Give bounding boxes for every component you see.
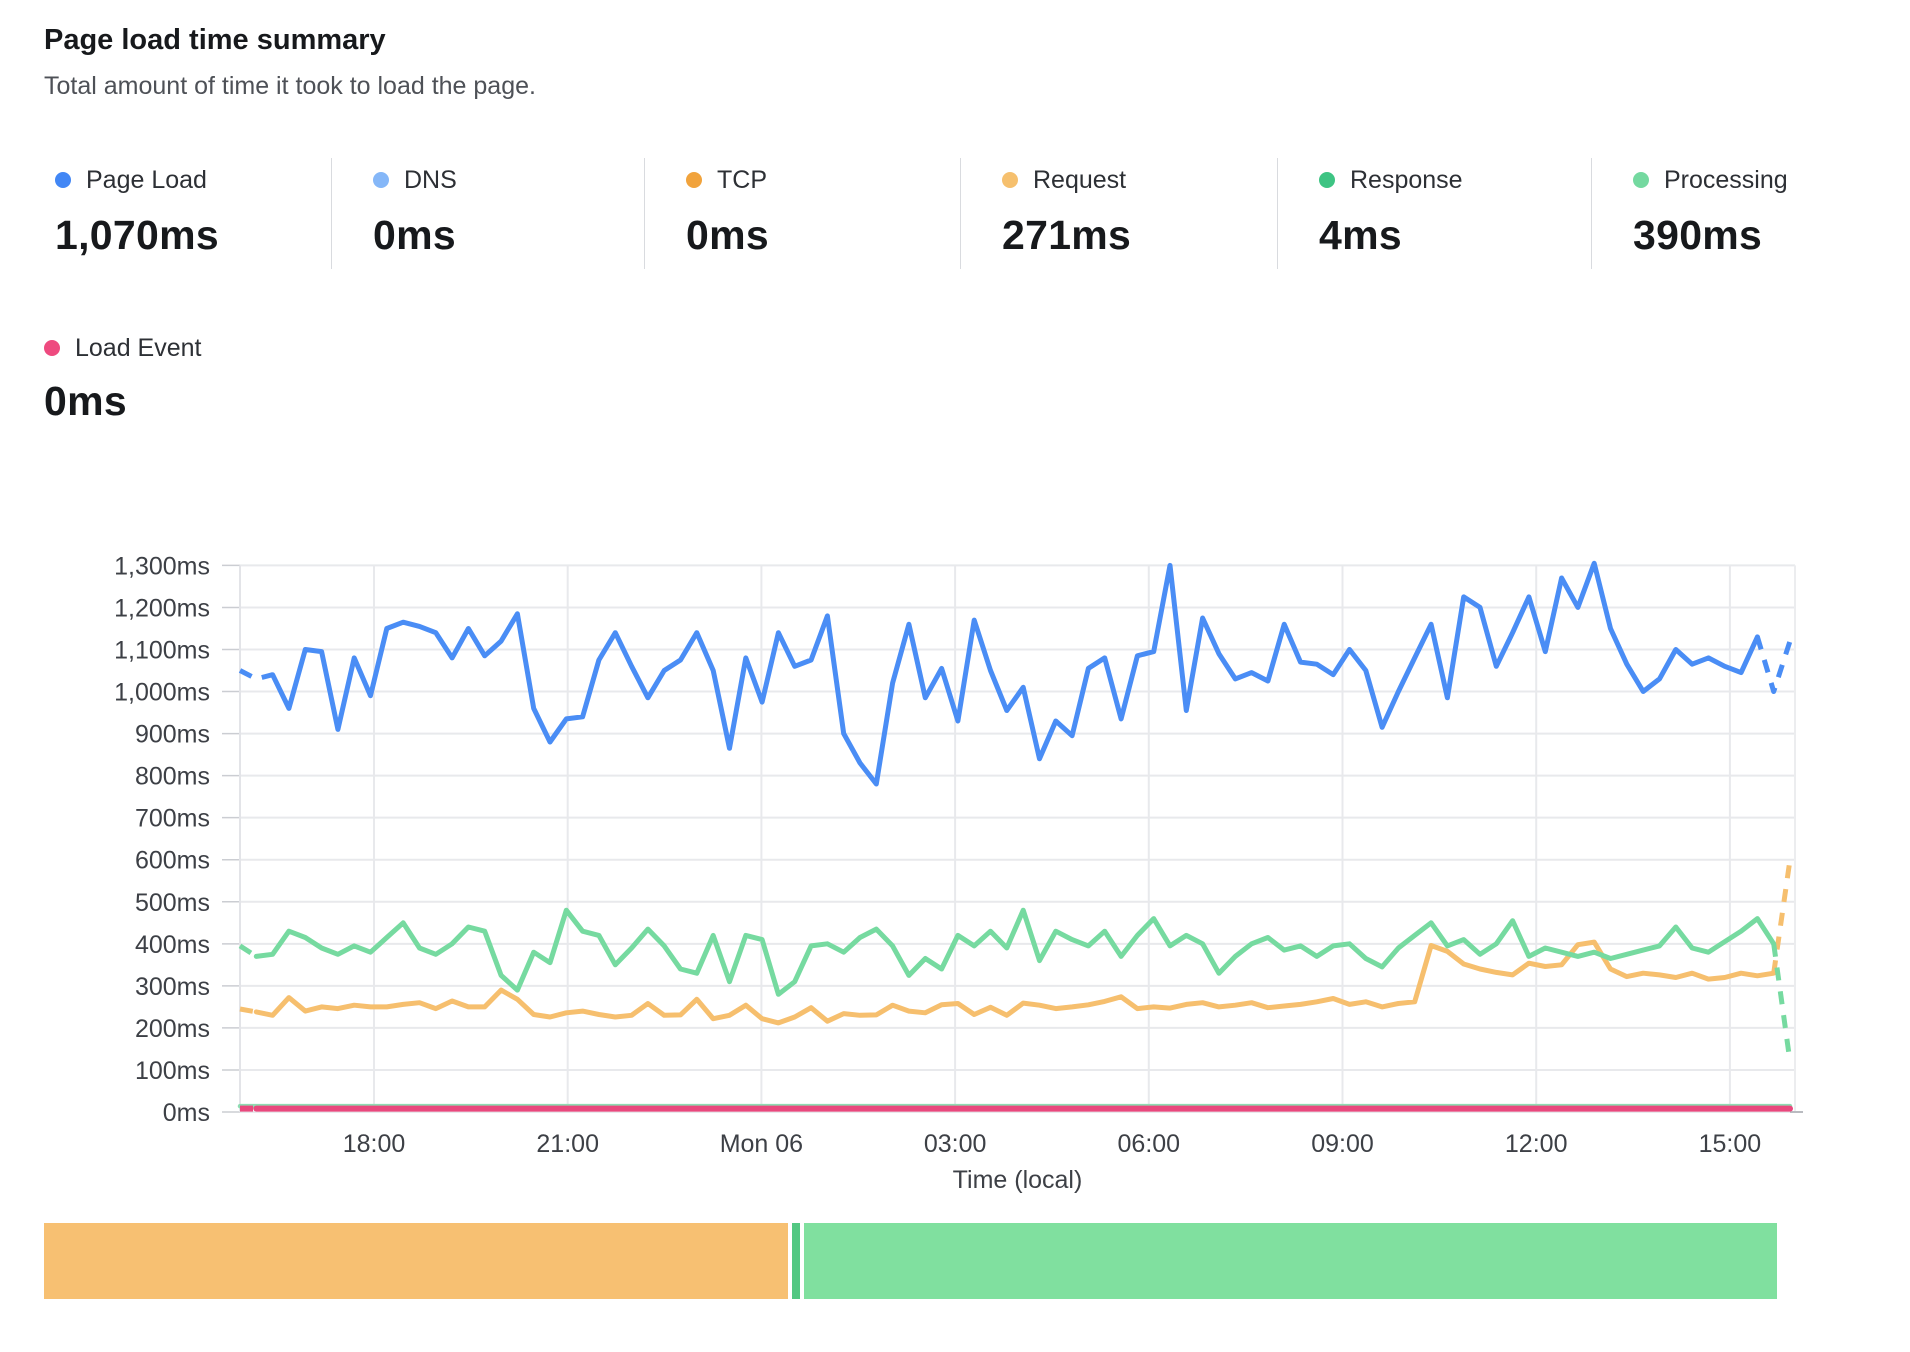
svg-text:21:00: 21:00 [536,1130,599,1158]
svg-text:700ms: 700ms [135,805,210,833]
legend-value: 1,070ms [55,212,331,259]
legend-dot-page-load [55,172,71,188]
legend-value: 390ms [1633,212,1890,259]
legend-dot-tcp [686,172,702,188]
svg-text:400ms: 400ms [135,931,210,959]
legend-item-processing[interactable]: Processing 390ms [1591,158,1890,269]
svg-text:800ms: 800ms [135,763,210,791]
svg-text:900ms: 900ms [135,721,210,749]
legend-item-load-event[interactable]: Load Event 0ms [44,330,202,425]
legend-value: 4ms [1319,212,1591,259]
svg-text:12:00: 12:00 [1505,1130,1568,1158]
svg-text:15:00: 15:00 [1699,1130,1762,1158]
svg-text:200ms: 200ms [135,1015,210,1043]
legend-label: Processing [1664,166,1788,195]
metrics-legend-row: Page Load 1,070ms DNS 0ms TCP 0ms Request 271ms… [44,158,1890,269]
bar-segment-response-share [792,1223,800,1299]
svg-text:100ms: 100ms [135,1057,210,1085]
timing-breakdown-bar [44,1223,1777,1299]
legend-item-tcp[interactable]: TCP 0ms [644,158,960,269]
legend-item-page-load[interactable]: Page Load 1,070ms [44,158,331,269]
page-subtitle: Total amount of time it took to load the… [44,72,536,101]
legend-item-response[interactable]: Response 4ms [1277,158,1591,269]
svg-text:1,300ms: 1,300ms [114,552,210,580]
legend-dot-response [1319,172,1335,188]
legend-label: Response [1350,166,1463,195]
svg-text:1,100ms: 1,100ms [114,636,210,664]
svg-text:Mon 06: Mon 06 [720,1130,803,1158]
legend-dot-dns [373,172,389,188]
legend-dot-load-event [44,340,60,356]
svg-text:06:00: 06:00 [1118,1130,1181,1158]
legend-label: Page Load [86,166,207,195]
page-title: Page load time summary [44,24,386,57]
svg-text:03:00: 03:00 [924,1130,987,1158]
svg-text:18:00: 18:00 [343,1130,406,1158]
bar-segment-request-share [44,1223,788,1299]
legend-value: 271ms [1002,212,1277,259]
legend-label: Request [1033,166,1126,195]
svg-text:1,200ms: 1,200ms [114,594,210,622]
svg-text:Time (local): Time (local) [953,1166,1083,1194]
svg-text:500ms: 500ms [135,889,210,917]
legend-item-dns[interactable]: DNS 0ms [331,158,644,269]
legend-value: 0ms [373,212,644,259]
bar-segment-processing-share [804,1223,1777,1299]
legend-dot-request [1002,172,1018,188]
legend-label: DNS [404,166,457,195]
page-load-summary-panel: Page load time summary Total amount of t… [0,0,1910,1352]
legend-value: 0ms [44,378,202,425]
svg-text:300ms: 300ms [135,973,210,1001]
svg-text:1,000ms: 1,000ms [114,679,210,707]
svg-text:600ms: 600ms [135,847,210,875]
legend-label: TCP [717,166,767,195]
legend-value: 0ms [686,212,960,259]
legend-dot-processing [1633,172,1649,188]
legend-label: Load Event [75,334,202,363]
svg-text:09:00: 09:00 [1311,1130,1374,1158]
legend-item-request[interactable]: Request 271ms [960,158,1277,269]
svg-text:0ms: 0ms [163,1099,210,1127]
